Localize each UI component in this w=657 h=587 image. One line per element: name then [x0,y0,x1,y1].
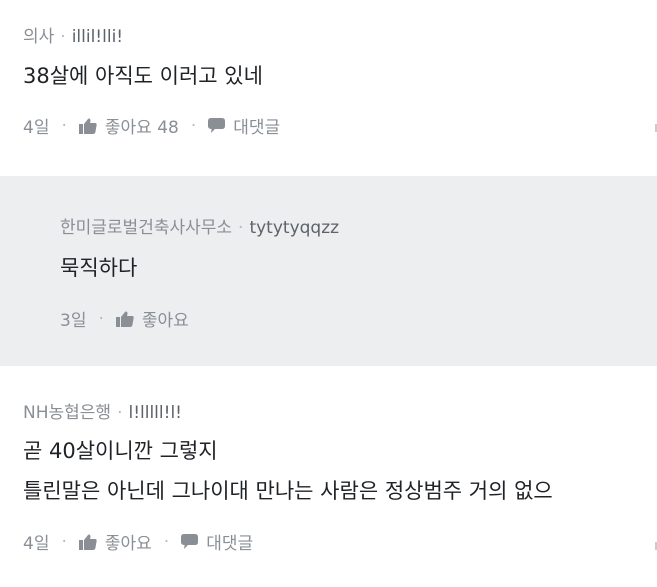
comment-author: 의사 · illil!lli! [23,22,123,47]
author-username[interactable]: tytytyqqzz [249,218,339,238]
reply-button[interactable]: 대댓글 [208,113,280,138]
comment-author: 한미글로벌건축사사무소 · tytytyqqzz [60,213,339,238]
like-button[interactable]: 좋아요 [115,306,189,331]
author-company[interactable]: NH농협은행 [23,398,111,423]
separator-dot: · [61,115,67,136]
reply-label: 대댓글 [233,118,281,138]
comment-item: NH농협은행 · l!lllll!l! 곧 40살이니깐 그렇지 틀린말은 아닌데 … [0,366,657,587]
comment-text-line-2: 틀린말은 아닌데 그나이대 만나는 사람은 정상범주 거의 없으 [23,479,553,503]
speech-bubble-icon [181,534,199,549]
reply-label: 대댓글 [206,534,254,554]
separator-dot: · [60,27,66,47]
reply-comment-item: 한미글로벌건축사사무소 · tytytyqqzz 묵직하다 3일 · 좋아요 [0,176,657,366]
author-username[interactable]: illil!lli! [72,27,123,47]
thumbs-up-icon [115,311,134,327]
comment-text-line-1: 곧 40살이니깐 그렇지 [23,439,218,463]
comment-author: NH농협은행 · l!lllll!l! [23,398,182,423]
separator-dot: · [238,218,244,238]
thumbs-up-icon [78,534,97,550]
thumbs-up-icon [78,118,97,134]
comment-text: 묵직하다 [60,256,138,280]
author-username[interactable]: l!lllll!l! [128,403,182,423]
separator-dot: · [117,403,123,423]
speech-bubble-icon [208,118,226,133]
separator-dot: · [190,115,197,136]
comment-actions: 4일 · 좋아요 · 대댓글 [23,529,253,555]
comment-actions: 3일 · 좋아요 [60,306,189,332]
comment-actions: 4일 · 좋아요 48 · 대댓글 [23,113,280,139]
like-label: 좋아요 48 [104,118,179,138]
author-company[interactable]: 의사 [23,22,54,47]
author-company[interactable]: 한미글로벌건축사사무소 [60,213,232,238]
like-label: 좋아요 [104,534,152,554]
like-button[interactable]: 좋아요 48 [78,113,179,138]
reply-button[interactable]: 대댓글 [181,529,253,554]
like-button[interactable]: 좋아요 [78,529,152,554]
separator-dot: · [98,308,104,329]
comment-date: 3일 [60,311,87,331]
separator-dot: · [163,531,170,552]
like-label: 좋아요 [141,311,189,331]
comment-date: 4일 [23,118,50,138]
separator-dot: · [61,531,67,552]
comment-text: 38살에 아직도 이러고 있네 [23,64,263,88]
comment-item: 의사 · illil!lli! 38살에 아직도 이러고 있네 4일 · 좋아요 4… [0,0,657,170]
comment-date: 4일 [23,534,50,554]
